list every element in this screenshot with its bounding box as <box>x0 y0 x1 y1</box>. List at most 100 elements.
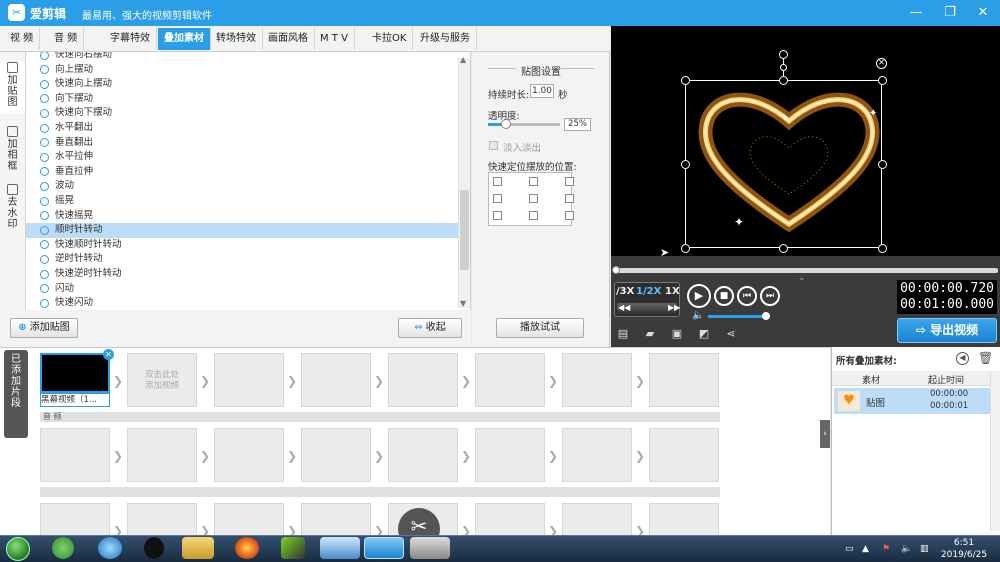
side-tab-0[interactable]: 加 贴 图 <box>0 62 25 114</box>
app-window-icon[interactable] <box>320 537 360 559</box>
resize-handle[interactable] <box>779 76 788 85</box>
tab-8[interactable]: 升级与服务 <box>414 28 477 50</box>
position-checkbox[interactable] <box>493 211 502 220</box>
effect-item[interactable]: 顺时针转动 <box>26 223 458 238</box>
volume-slider[interactable] <box>708 315 766 318</box>
volume-knob[interactable] <box>762 312 770 320</box>
share-icon[interactable]: ⋖ <box>724 328 738 340</box>
tray-show-hidden-icon[interactable]: ▲ <box>862 545 872 554</box>
play-test-button[interactable]: 播放试试 <box>496 318 584 338</box>
save-icon[interactable]: ▣ <box>670 328 684 340</box>
effect-item[interactable]: 垂直拉伸 <box>26 165 458 180</box>
position-checkbox[interactable] <box>493 177 502 186</box>
tab-1[interactable]: 音 频 <box>48 28 85 50</box>
effect-item[interactable]: 闪动 <box>26 282 458 297</box>
scroll-down-icon[interactable]: ▼ <box>460 299 466 308</box>
tab-0[interactable]: 视 频 <box>4 28 41 50</box>
scrollbar-thumb[interactable] <box>460 190 469 270</box>
media-player-icon[interactable] <box>98 537 122 559</box>
position-checkbox[interactable] <box>529 194 538 203</box>
open-folder-icon[interactable]: ▰ <box>643 328 657 340</box>
timeline-slot[interactable] <box>127 428 197 482</box>
position-checkbox[interactable] <box>529 211 538 220</box>
fade-checkbox[interactable] <box>489 141 498 150</box>
opacity-input[interactable]: 25% <box>564 118 591 131</box>
effect-item[interactable]: 快速向下摆动 <box>26 106 458 121</box>
tray-flag-icon[interactable]: ⚑ <box>882 545 892 554</box>
camera-app-icon[interactable] <box>410 537 450 559</box>
tab-3[interactable]: 叠加素材 <box>158 28 211 50</box>
prev-frame-button[interactable]: ⏮ <box>737 286 757 306</box>
tab-6[interactable]: M T V <box>314 28 355 50</box>
effect-item[interactable]: 水平翻出 <box>26 121 458 136</box>
sticker-bounding-box[interactable] <box>685 80 882 248</box>
effect-item[interactable]: 向下摆动 <box>26 92 458 107</box>
position-checkbox[interactable] <box>529 177 538 186</box>
play-button[interactable]: ▶ <box>687 284 711 308</box>
timeline-slot[interactable] <box>562 353 632 407</box>
volume-icon[interactable]: 🔈 <box>692 310 704 321</box>
side-tab-1[interactable]: 加 相 框 <box>0 126 25 178</box>
timeline-slot[interactable] <box>475 353 545 407</box>
rotate-handle[interactable] <box>779 50 788 59</box>
firefox-icon[interactable] <box>235 537 259 559</box>
effect-item[interactable]: 快速逆时针转动 <box>26 267 458 282</box>
file-explorer-icon[interactable] <box>182 537 214 559</box>
tab-7[interactable]: 卡拉OK <box>366 28 414 50</box>
timeline-slot[interactable] <box>388 428 458 482</box>
position-checkbox[interactable] <box>565 211 574 220</box>
resize-handle[interactable] <box>681 160 690 169</box>
stop-button[interactable]: ■ <box>714 286 734 306</box>
collapse-button[interactable]: ⇔ 收起 <box>398 318 462 338</box>
export-video-button[interactable]: ⇨ 导出视频 <box>897 318 997 343</box>
timeline-slot[interactable] <box>475 428 545 482</box>
remove-clip-icon[interactable]: ✕ <box>103 349 114 360</box>
system-clock[interactable]: 6:51 2019/6/25 <box>936 537 992 561</box>
qq-icon[interactable] <box>144 537 164 559</box>
app-player-icon[interactable] <box>281 537 305 559</box>
back-icon[interactable]: ◀ <box>956 352 969 365</box>
black-video-clip[interactable]: ✕ 黑幕视频（1... <box>40 349 114 407</box>
next-frame-button[interactable]: ⏭ <box>760 286 780 306</box>
added-clips-tab[interactable]: 已 添 加 片 段 <box>4 350 28 438</box>
start-button[interactable] <box>6 537 30 561</box>
delete-sticker-icon[interactable]: ✕ <box>876 58 887 69</box>
effect-list-scrollbar[interactable] <box>458 58 470 308</box>
speed-option[interactable]: 1X <box>665 286 680 297</box>
speed-option[interactable]: /3X <box>616 286 634 297</box>
minimize-button[interactable]: — <box>906 4 926 22</box>
overlay-scrollbar[interactable] <box>990 371 1000 531</box>
position-checkbox[interactable] <box>565 177 574 186</box>
overlay-row[interactable]: ♥ 贴图 00:00:00 00:00:01 <box>834 388 996 414</box>
duration-input[interactable]: 1.00 <box>530 84 554 98</box>
maximize-button[interactable]: ❐ <box>940 4 960 22</box>
tab-5[interactable]: 画面风格 <box>262 28 315 50</box>
new-project-icon[interactable]: ▤ <box>616 328 630 340</box>
save-as-icon[interactable]: ◩ <box>697 328 711 340</box>
effect-item[interactable]: 摇晃 <box>26 194 458 209</box>
effect-item[interactable]: 快速闪动 <box>26 296 458 310</box>
timeline-slot[interactable] <box>301 428 371 482</box>
effect-item[interactable]: 垂直翻出 <box>26 136 458 151</box>
effect-item[interactable]: 逆时针转动 <box>26 252 458 267</box>
tab-4[interactable]: 转场特效 <box>210 28 263 50</box>
position-checkbox[interactable] <box>565 194 574 203</box>
seek-bar[interactable] <box>614 268 998 273</box>
trash-icon[interactable]: 🗑 <box>978 351 993 365</box>
chevron-down-icon[interactable]: ⌄ <box>798 273 806 283</box>
tray-battery-icon[interactable]: ▭ <box>845 545 855 554</box>
effect-item[interactable]: 向上摆动 <box>26 63 458 78</box>
tray-volume-icon[interactable]: 🔈 <box>901 545 912 554</box>
add-sticker-button[interactable]: ⊕ 添加贴图 <box>10 318 78 338</box>
resize-handle[interactable] <box>681 76 690 85</box>
resize-handle[interactable] <box>878 244 887 253</box>
position-checkbox[interactable] <box>493 194 502 203</box>
collapse-panel-button[interactable]: › <box>820 420 830 448</box>
resize-handle[interactable] <box>878 160 887 169</box>
effect-item[interactable]: 快速向右摆动 <box>26 52 458 63</box>
aijianji-taskbar-icon[interactable] <box>364 537 404 559</box>
effect-item[interactable]: 水平拉伸 <box>26 150 458 165</box>
resize-handle[interactable] <box>681 244 690 253</box>
app-360-icon[interactable] <box>52 537 74 559</box>
effect-item[interactable]: 快速摇晃 <box>26 209 458 224</box>
